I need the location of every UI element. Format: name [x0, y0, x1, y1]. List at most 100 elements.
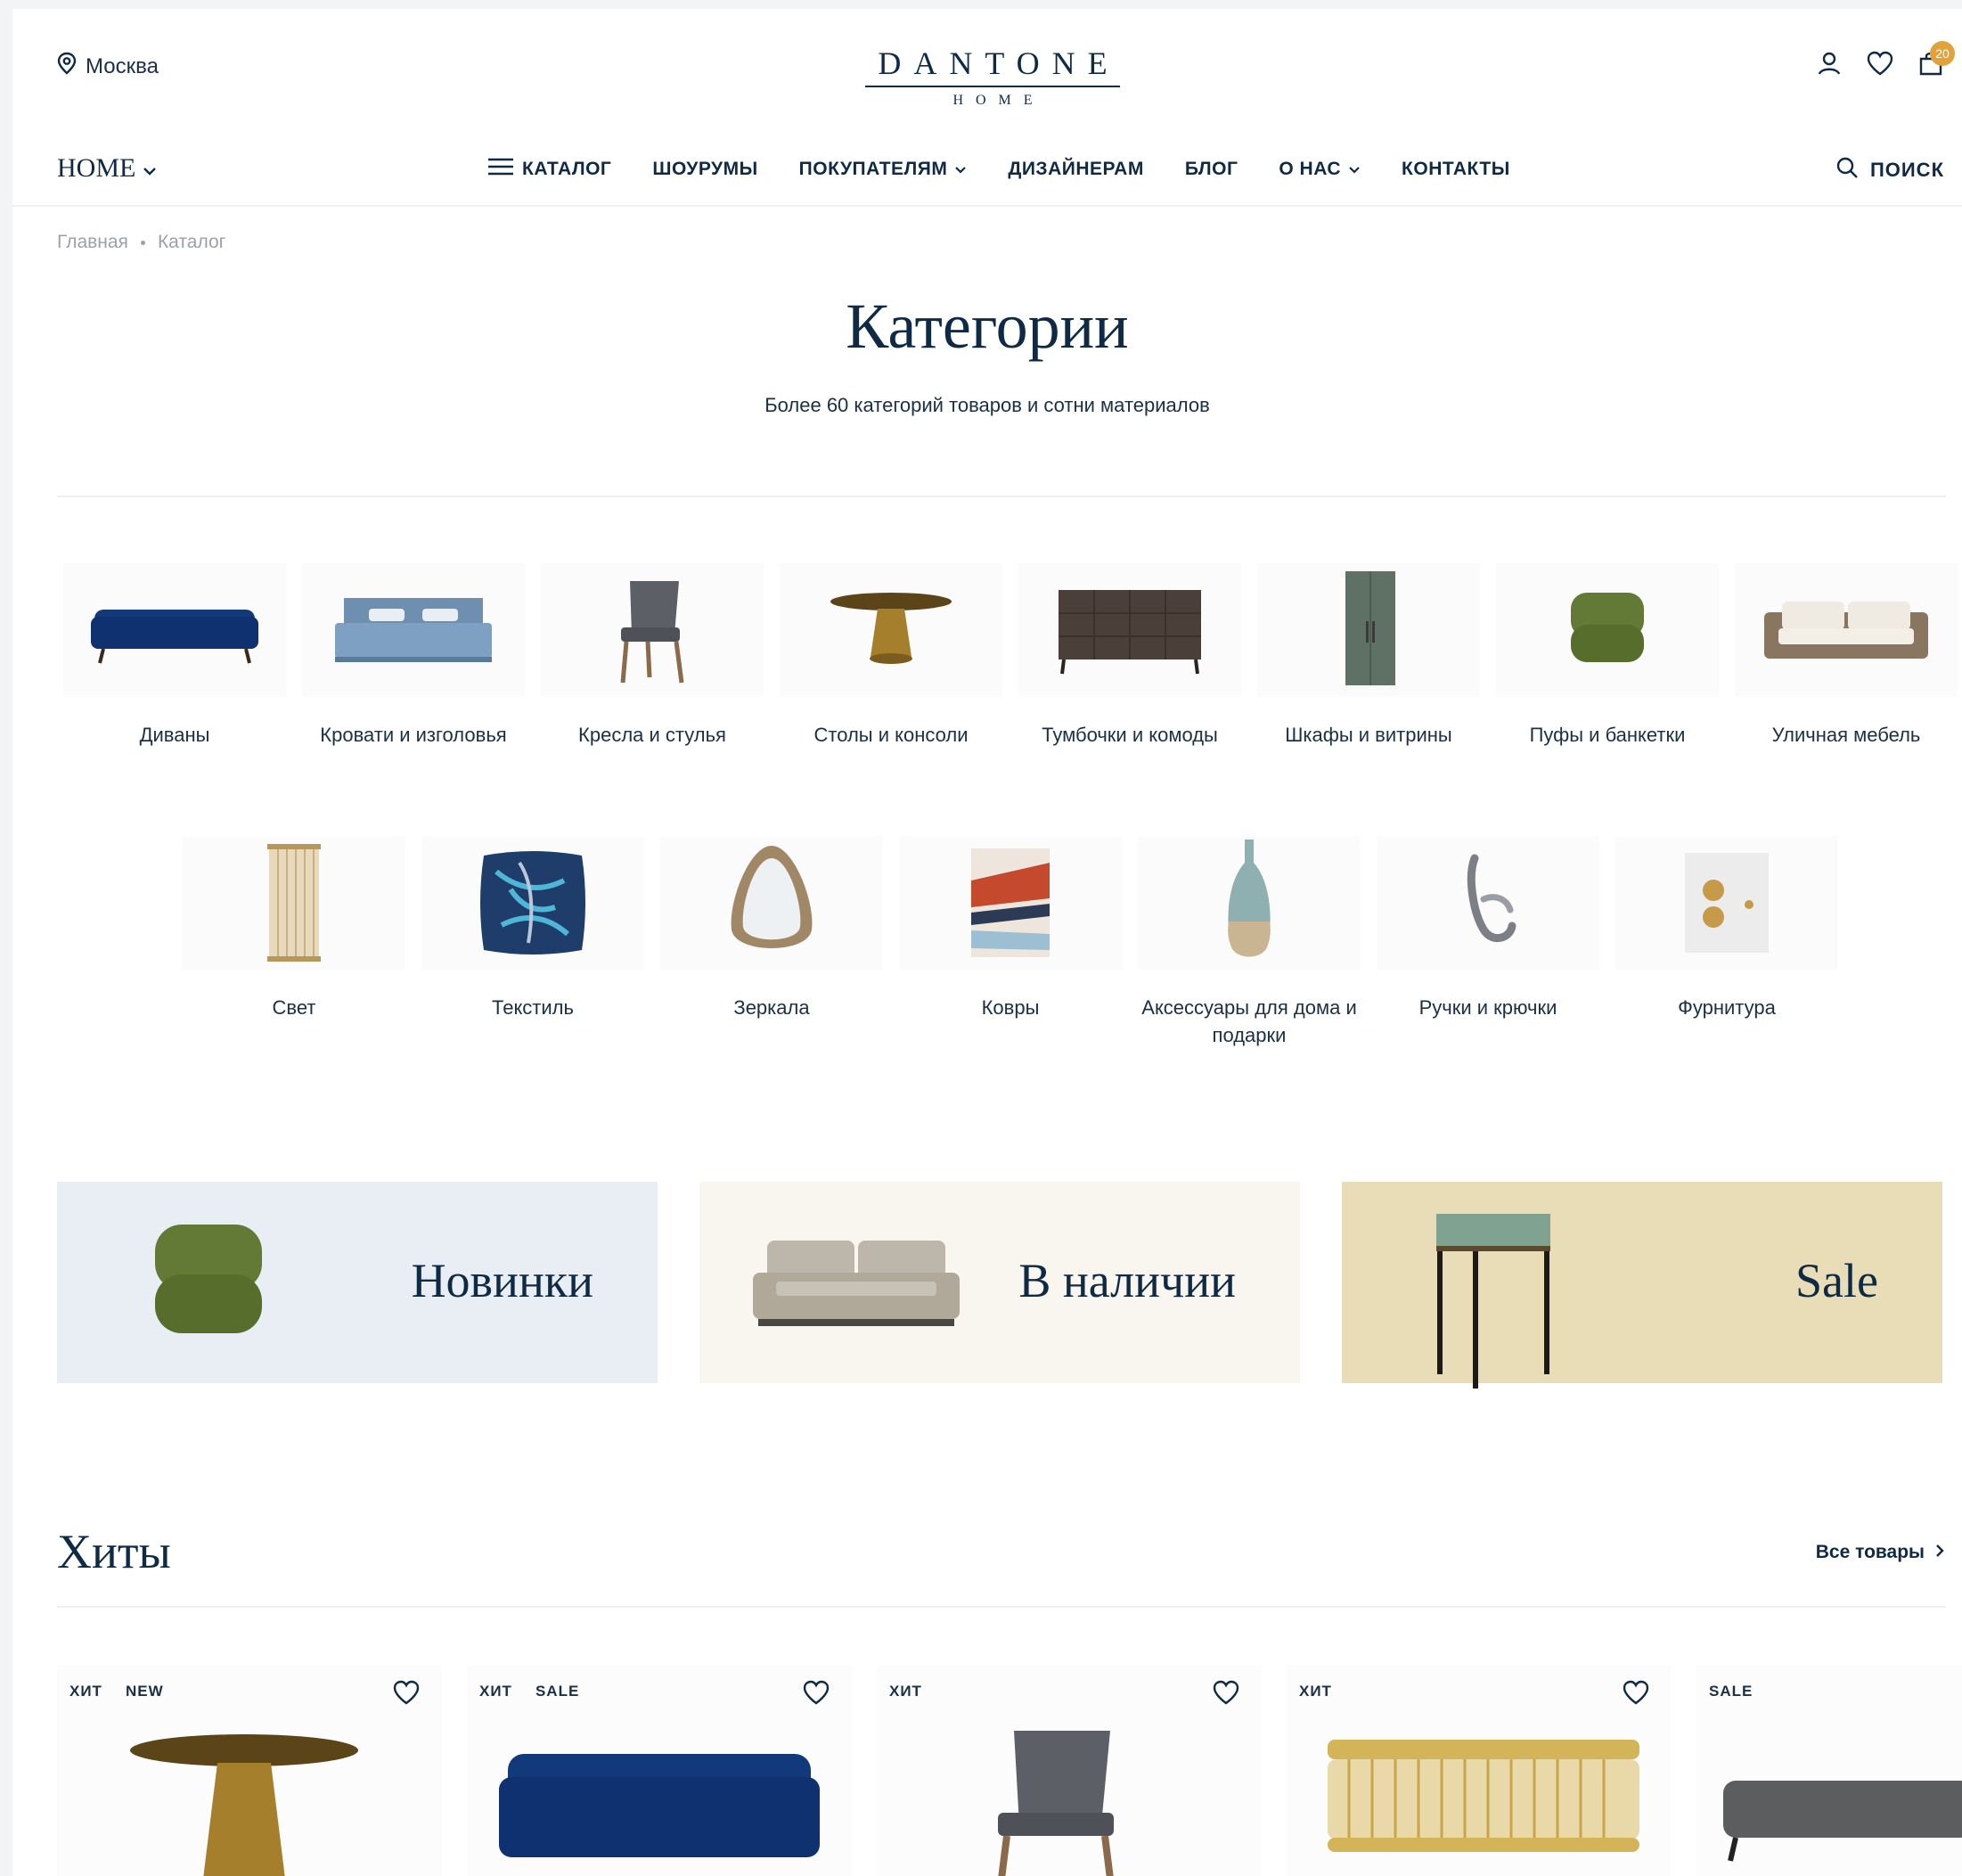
category-label: Кресла и стулья — [578, 724, 726, 746]
city-selector[interactable]: Москва — [57, 52, 159, 81]
nav-customers[interactable]: ПОКУПАТЕЛЯМ — [799, 159, 968, 180]
category-textile[interactable]: Текстиль — [413, 836, 652, 1022]
product-card[interactable]: ХИТ NEW — [57, 1665, 442, 1876]
header-icons: 20 — [1816, 41, 1955, 81]
chair-icon — [998, 1731, 1114, 1876]
nav-about-label: О НАС — [1279, 159, 1342, 179]
category-label: Фурнитура — [1678, 996, 1776, 1019]
nav-catalog[interactable]: КАТАЛОГ — [486, 157, 611, 182]
heart-icon[interactable] — [1622, 1679, 1650, 1710]
nav-designers-label: ДИЗАЙНЕРАМ — [1008, 159, 1144, 179]
logo-sub: HOME — [952, 93, 1045, 108]
badges: ХИТ SALE — [479, 1683, 579, 1700]
mirror-icon — [660, 836, 883, 970]
breadcrumb-separator — [140, 240, 145, 245]
heart-icon[interactable] — [802, 1679, 830, 1710]
category-chairs[interactable]: Кресла и стулья — [533, 563, 772, 750]
category-label: Ручки и крючки — [1418, 996, 1557, 1019]
nav-blog[interactable]: БЛОГ — [1185, 159, 1239, 180]
nav-showrooms[interactable]: ШОУРУМЫ — [652, 159, 757, 180]
category-rugs[interactable]: Ковры — [891, 836, 1130, 1022]
category-label: Ковры — [981, 996, 1040, 1019]
page: Москва DANTONE HOME 20 HOME КАТАЛОГ ШОУР… — [12, 9, 1962, 1876]
page-title: Категории — [846, 291, 1129, 362]
category-dressers[interactable]: Тумбочки и комоды — [1010, 563, 1249, 750]
category-label: Кровати и изголовья — [320, 724, 507, 746]
logo-divider — [865, 86, 1120, 87]
pouf-icon — [146, 1217, 271, 1347]
nav-contacts-label: КОНТАКТЫ — [1402, 159, 1510, 179]
promo-sale-label: Sale — [1795, 1254, 1878, 1307]
cart-button[interactable]: 20 — [1917, 41, 1955, 81]
bed-icon — [302, 563, 525, 697]
cart-icon — [1917, 52, 1944, 80]
product-card[interactable]: SALE — [1696, 1665, 1962, 1876]
outdoor-sofa-icon — [1735, 563, 1958, 697]
product-card[interactable]: ХИТ — [877, 1665, 1262, 1876]
badge-new: NEW — [125, 1683, 164, 1700]
badges: ХИТ NEW — [69, 1683, 164, 1700]
search-button[interactable]: ПОИСК — [1835, 155, 1944, 185]
user-icon[interactable] — [1816, 50, 1843, 81]
switch-plate-icon — [1615, 836, 1838, 970]
category-label: Свет — [272, 996, 316, 1019]
category-lighting[interactable]: Свет — [175, 836, 413, 1022]
nav-designers[interactable]: ДИЗАЙНЕРАМ — [1008, 159, 1143, 180]
category-sofas[interactable]: Диваны — [55, 563, 294, 750]
breadcrumb: Главная Каталог — [57, 232, 225, 253]
home-label: HOME — [57, 153, 136, 183]
badge-sale: SALE — [535, 1683, 580, 1700]
category-beds[interactable]: Кровати и изголовья — [294, 563, 533, 750]
breadcrumb-home[interactable]: Главная — [57, 232, 128, 253]
all-products-link[interactable]: Все товары — [1816, 1542, 1944, 1563]
category-poufs[interactable]: Пуфы и банкетки — [1488, 563, 1727, 750]
category-outdoor[interactable]: Уличная мебель — [1727, 563, 1962, 750]
promo-sale[interactable]: Sale — [1342, 1182, 1942, 1389]
menu-icon — [486, 157, 515, 182]
bench-icon — [1723, 1781, 1962, 1862]
product-card[interactable]: ХИТ SALE — [467, 1665, 852, 1876]
badge-hit: ХИТ — [1299, 1683, 1332, 1700]
promo-in-stock[interactable]: В наличии — [699, 1182, 1300, 1383]
logo[interactable]: DANTONE HOME — [859, 45, 1126, 109]
divider — [57, 496, 1946, 497]
home-dropdown[interactable]: HOME — [57, 153, 157, 184]
pouf-icon — [1496, 563, 1719, 697]
nav-contacts[interactable]: КОНТАКТЫ — [1402, 159, 1510, 180]
hook-icon — [1377, 836, 1599, 970]
sofa-icon — [63, 563, 286, 697]
badges: ХИТ — [889, 1683, 922, 1700]
promo-new-label: Новинки — [411, 1254, 593, 1307]
chair-icon — [541, 563, 764, 697]
badge-hit: ХИТ — [479, 1683, 512, 1700]
heart-icon[interactable] — [392, 1679, 421, 1710]
hits-title: Хиты — [57, 1525, 171, 1578]
category-handles[interactable]: Ручки и крючки — [1369, 836, 1607, 1022]
category-tables[interactable]: Столы и консоли — [772, 563, 1010, 750]
category-mirrors[interactable]: Зеркала — [652, 836, 891, 1022]
category-label: Шкафы и витрины — [1285, 724, 1452, 746]
main-navigation-bar: HOME КАТАЛОГ ШОУРУМЫ ПОКУПАТЕЛЯМ ДИЗАЙНЕ… — [12, 134, 1962, 207]
chevron-down-icon — [1348, 159, 1361, 180]
product-card[interactable]: ХИТ — [1287, 1665, 1672, 1876]
category-accessories[interactable]: Аксессуары для дома и подарки — [1130, 836, 1369, 1050]
category-wardrobes[interactable]: Шкафы и витрины — [1249, 563, 1488, 750]
table-icon — [780, 563, 1002, 697]
category-label: Аксессуары для дома и подарки — [1141, 996, 1357, 1046]
nav-showrooms-label: ШОУРУМЫ — [652, 159, 758, 179]
sofa-icon — [499, 1754, 820, 1857]
top-bar: Москва DANTONE HOME 20 — [12, 9, 1962, 134]
search-label: ПОИСК — [1869, 159, 1944, 181]
heart-icon[interactable] — [1212, 1679, 1240, 1710]
wardrobe-icon — [1257, 563, 1480, 697]
nav-customers-label: ПОКУПАТЕЛЯМ — [798, 159, 948, 179]
category-hardware[interactable]: Фурнитура — [1607, 836, 1846, 1022]
category-label: Диваны — [139, 724, 210, 746]
divider — [57, 1606, 1946, 1608]
promo-new[interactable]: Новинки — [57, 1182, 658, 1383]
category-label: Зеркала — [733, 996, 810, 1019]
nav-about[interactable]: О НАС — [1279, 159, 1361, 180]
heart-icon[interactable] — [1866, 50, 1894, 81]
category-label: Текстиль — [492, 996, 574, 1019]
chevron-down-icon — [954, 159, 967, 180]
